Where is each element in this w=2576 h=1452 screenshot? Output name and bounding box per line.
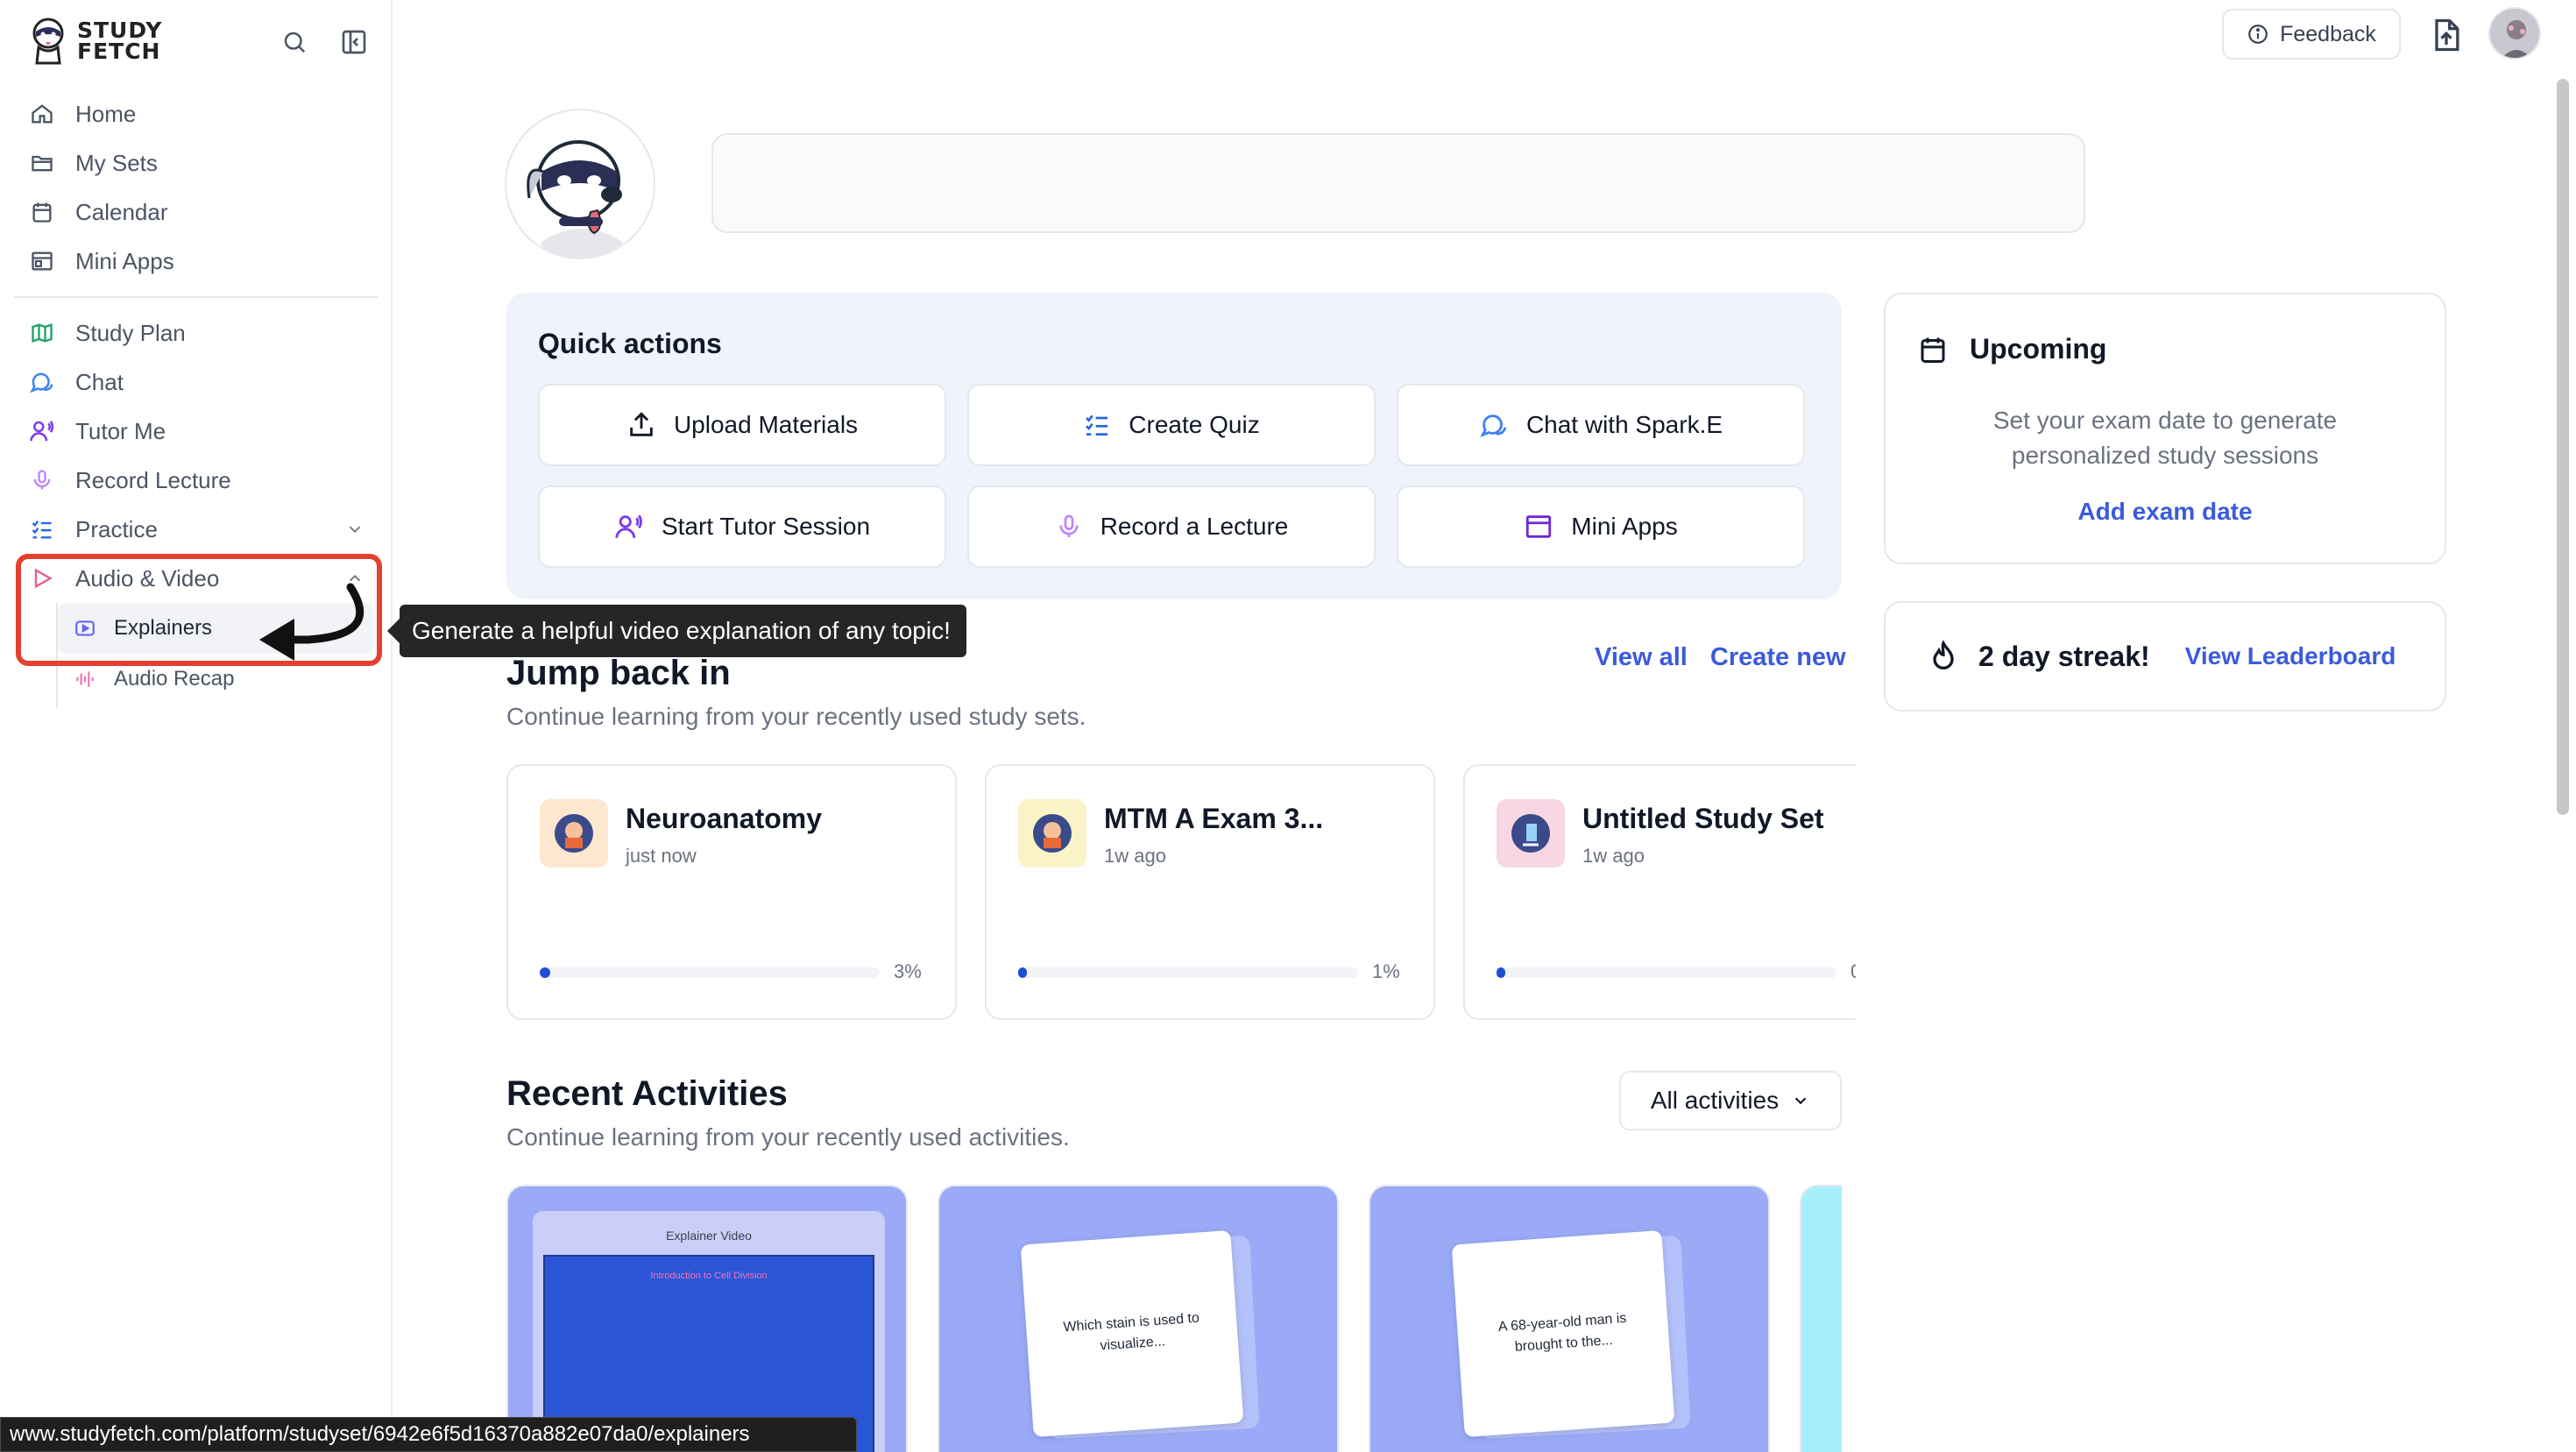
- home-icon: [28, 100, 56, 128]
- checklist-icon: [28, 515, 56, 543]
- recent-activities-carousel: Explainer Video Introduction to Cell Div…: [506, 1185, 1842, 1452]
- hero-prompt-input[interactable]: [711, 133, 2085, 233]
- sidebar-item-practice[interactable]: Practice: [14, 505, 379, 554]
- study-set-thumbnail: [540, 799, 608, 868]
- brand-wordmark: STUDY FETCH: [77, 18, 163, 64]
- user-avatar[interactable]: [2488, 7, 2541, 60]
- sidebar-item-home[interactable]: Home: [14, 89, 379, 138]
- study-set-card[interactable]: MTM A Exam 3... 1w ago 1%: [985, 764, 1435, 1020]
- mini-apps-button[interactable]: Mini Apps: [1397, 485, 1805, 568]
- calendar-icon: [28, 198, 56, 226]
- upcoming-card: Upcoming Set your exam date to generate …: [1884, 293, 2446, 564]
- record-a-lecture-button[interactable]: Record a Lecture: [967, 485, 1376, 568]
- annotation-arrow-icon: [259, 583, 364, 661]
- sidebar-item-record-lecture[interactable]: Record Lecture: [14, 456, 379, 505]
- start-tutor-session-button[interactable]: Start Tutor Session: [538, 485, 946, 568]
- jump-back-subtitle: Continue learning from your recently use…: [506, 703, 1086, 730]
- study-sets-carousel: Neuroanatomy just now 3% MTM A Exam 3...…: [506, 764, 1856, 1022]
- activities-filter-dropdown[interactable]: All activities: [1619, 1071, 1842, 1130]
- waveform-icon: [74, 668, 96, 691]
- jump-back-title: Jump back in: [506, 654, 731, 692]
- create-quiz-button[interactable]: Create Quiz: [967, 384, 1376, 466]
- play-icon: [28, 564, 56, 592]
- sidebar-item-tutor-me[interactable]: Tutor Me: [14, 407, 379, 456]
- activity-card-flashcard[interactable]: Which stain is used to visualize...: [938, 1185, 1339, 1452]
- sidebar-subitem-audio-recap[interactable]: Audio Recap: [58, 654, 379, 705]
- quick-actions-title: Quick actions: [538, 328, 722, 359]
- feedback-button[interactable]: Feedback: [2222, 9, 2401, 60]
- view-all-link[interactable]: View all: [1595, 643, 1688, 672]
- quick-actions-panel: Quick actions Upload Materials Create Qu…: [506, 293, 1842, 599]
- flame-icon: [1926, 639, 1961, 674]
- collapse-sidebar-icon[interactable]: [336, 25, 372, 60]
- calendar-icon: [1917, 334, 1949, 365]
- explainers-tooltip: Generate a helpful video explanation of …: [387, 605, 966, 657]
- map-icon: [28, 319, 56, 347]
- activity-card-partial[interactable]: [1800, 1185, 1842, 1452]
- microphone-icon: [1055, 513, 1083, 541]
- browser-status-url: www.studyfetch.com/platform/studyset/694…: [0, 1417, 857, 1452]
- chevron-down-icon: [1791, 1091, 1810, 1110]
- studyfetch-logo[interactable]: STUDY FETCH: [28, 16, 162, 67]
- create-new-link[interactable]: Create new: [1710, 643, 1846, 672]
- view-leaderboard-link[interactable]: View Leaderboard: [2185, 642, 2396, 670]
- folder-icon: [28, 149, 56, 177]
- sidebar-item-my-sets[interactable]: My Sets: [14, 138, 379, 188]
- checklist-icon: [1083, 411, 1111, 439]
- add-exam-date-link[interactable]: Add exam date: [1886, 498, 2445, 526]
- video-icon: [74, 617, 96, 640]
- sidebar-item-mini-apps[interactable]: Mini Apps: [14, 237, 379, 286]
- streak-card: 2 day streak! View Leaderboard: [1884, 601, 2446, 712]
- file-upload-icon[interactable]: [2427, 16, 2466, 54]
- study-set-card[interactable]: Neuroanatomy just now 3%: [506, 764, 957, 1020]
- upload-icon: [626, 410, 656, 440]
- streak-text: 2 day streak!: [1978, 640, 2150, 672]
- tutor-voice-icon: [614, 512, 644, 542]
- sidebar-item-calendar[interactable]: Calendar: [14, 188, 379, 237]
- sidebar: STUDY FETCH Home My Sets Calendar Mini Ap…: [0, 0, 393, 1452]
- sidebar-item-study-plan[interactable]: Study Plan: [14, 308, 379, 358]
- submenu-guide-line: [56, 603, 58, 708]
- tutor-voice-icon: [28, 417, 56, 445]
- chat-bubbles-icon: [1479, 410, 1509, 440]
- flashcard-front: Which stain is used to visualize...: [1020, 1229, 1244, 1438]
- dog-logo-icon: [32, 18, 64, 65]
- recent-activities-subtitle: Continue learning from your recently use…: [506, 1123, 1070, 1151]
- page-scrollbar[interactable]: [2557, 79, 2569, 815]
- recent-activities-title: Recent Activities: [506, 1074, 788, 1113]
- search-icon[interactable]: [277, 25, 312, 60]
- progress-bar: [1497, 967, 1836, 978]
- activity-card-flashcard[interactable]: A 68-year-old man is brought to the...: [1369, 1185, 1770, 1452]
- study-set-thumbnail: [1018, 799, 1086, 868]
- study-set-thumbnail: [1497, 799, 1565, 868]
- activity-card-explainer[interactable]: Explainer Video Introduction to Cell Div…: [506, 1185, 908, 1452]
- chat-with-sparke-button[interactable]: Chat with Spark.E: [1397, 384, 1805, 466]
- chevron-down-icon[interactable]: [345, 520, 364, 539]
- microphone-icon: [28, 466, 56, 494]
- progress-bar: [1018, 967, 1358, 978]
- sidebar-divider: [14, 296, 379, 298]
- explainer-video-preview: Explainer Video Introduction to Cell Div…: [533, 1211, 885, 1452]
- chat-bubbles-icon: [28, 368, 56, 396]
- upload-materials-button[interactable]: Upload Materials: [538, 384, 946, 466]
- upcoming-description: Set your exam date to generate personali…: [1992, 407, 2338, 469]
- app-window-icon: [1524, 512, 1553, 542]
- info-icon: [2247, 23, 2269, 46]
- sidebar-item-chat[interactable]: Chat: [14, 358, 379, 407]
- study-set-card[interactable]: Untitled Study Set 1w ago 0%: [1463, 764, 1856, 1020]
- upcoming-title: Upcoming: [1970, 333, 2107, 365]
- spark-mascot-avatar: [505, 109, 655, 259]
- flashcard-front: A 68-year-old man is brought to the...: [1451, 1229, 1675, 1438]
- progress-bar: [540, 967, 880, 978]
- app-window-icon: [28, 247, 56, 275]
